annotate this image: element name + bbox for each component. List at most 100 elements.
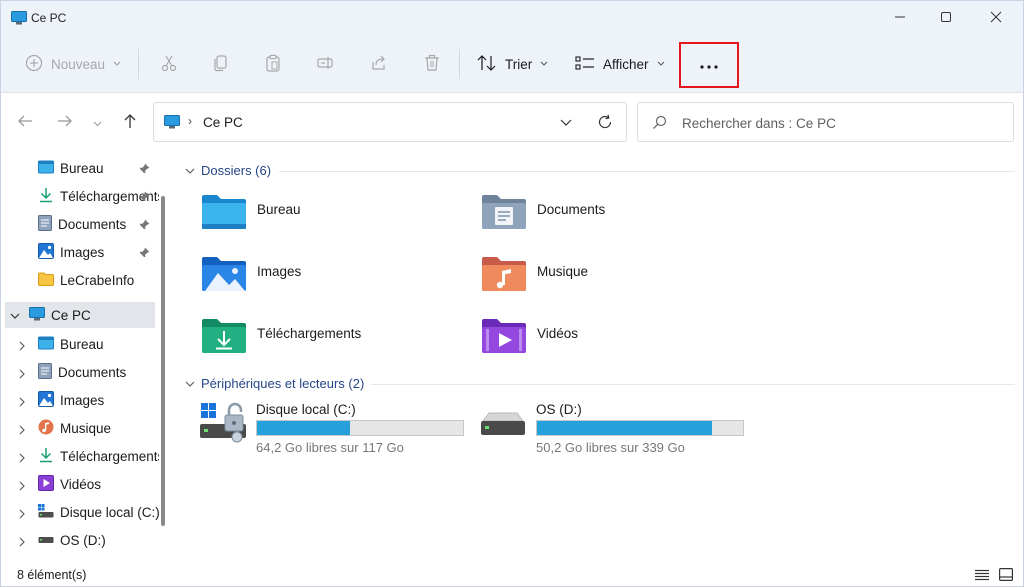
breadcrumb-separator[interactable]: › bbox=[188, 114, 192, 128]
sidebar-item-label: Vidéos bbox=[60, 476, 102, 492]
chevron-down-icon bbox=[93, 115, 102, 130]
drive-name: OS (D:) bbox=[536, 402, 582, 417]
sidebar-item-label: Ce PC bbox=[51, 307, 91, 323]
folder-documents[interactable]: Documents bbox=[481, 193, 605, 234]
address-history-chevron-icon[interactable] bbox=[560, 115, 572, 130]
sidebar-item-music[interactable]: Musique bbox=[1, 415, 159, 441]
expand-chevron-icon[interactable] bbox=[19, 451, 26, 466]
delete-button[interactable] bbox=[417, 46, 447, 82]
sidebar-item-label: Documents bbox=[58, 216, 127, 232]
sidebar-item-images[interactable]: Images bbox=[1, 387, 159, 413]
cut-button[interactable] bbox=[154, 46, 184, 82]
sidebar-scrollbar[interactable] bbox=[161, 196, 165, 526]
sidebar-item-documents[interactable]: Documents bbox=[1, 359, 159, 385]
up-button[interactable] bbox=[117, 109, 143, 135]
folder-name: Bureau bbox=[257, 202, 301, 217]
sidebar-item-downloads[interactable]: Téléchargements bbox=[1, 443, 159, 469]
expand-chevron-icon[interactable] bbox=[19, 507, 26, 522]
expand-chevron-icon[interactable] bbox=[19, 535, 26, 550]
drive-usage-fill bbox=[537, 421, 713, 435]
documents-folder-icon bbox=[38, 214, 52, 234]
sidebar-item-images-quick[interactable]: Images bbox=[1, 239, 159, 265]
music-folder-icon bbox=[481, 255, 527, 296]
sidebar-item-label: Musique bbox=[60, 420, 112, 436]
refresh-icon[interactable] bbox=[597, 114, 613, 133]
recent-locations-button[interactable] bbox=[87, 109, 107, 135]
sidebar-item-downloads-quick[interactable]: Téléchargements bbox=[1, 183, 159, 209]
drive-d[interactable]: OS (D:) 50,2 Go libres sur 339 Go bbox=[479, 401, 749, 455]
sidebar-item-os-d[interactable]: OS (D:) bbox=[1, 527, 159, 553]
tiles-view-button[interactable] bbox=[997, 567, 1015, 585]
status-bar: 8 élément(s) bbox=[1, 563, 1023, 586]
folder-bureau[interactable]: Bureau bbox=[201, 193, 301, 234]
search-placeholder: Rechercher dans : Ce PC bbox=[682, 116, 836, 131]
search-box[interactable]: Rechercher dans : Ce PC bbox=[637, 102, 1014, 142]
maximize-icon bbox=[940, 11, 952, 26]
folder-images[interactable]: Images bbox=[201, 255, 301, 296]
download-folder-icon bbox=[38, 447, 54, 466]
address-bar[interactable]: › Ce PC bbox=[153, 102, 627, 142]
chevron-down-icon bbox=[540, 59, 548, 69]
group-divider bbox=[371, 384, 1015, 385]
paste-button[interactable] bbox=[258, 46, 288, 82]
details-view-icon bbox=[975, 569, 989, 584]
collapse-chevron-icon[interactable] bbox=[10, 308, 20, 323]
drives-group-title: Périphériques et lecteurs (2) bbox=[201, 376, 365, 391]
copy-icon bbox=[212, 54, 230, 75]
sidebar-item-bureau-quick[interactable]: Bureau bbox=[1, 155, 159, 181]
download-folder-icon bbox=[38, 187, 54, 206]
share-icon bbox=[370, 54, 388, 75]
folder-downloads[interactable]: Téléchargements bbox=[201, 317, 361, 358]
rename-button[interactable] bbox=[310, 46, 340, 82]
sidebar-item-local-disk-c[interactable]: Disque local (C:) bbox=[1, 499, 159, 525]
drive-name: Disque local (C:) bbox=[256, 402, 356, 417]
drive-icon bbox=[479, 409, 527, 442]
sidebar-item-bureau[interactable]: Bureau bbox=[1, 331, 159, 357]
sort-label: Trier bbox=[505, 56, 533, 72]
minimize-button[interactable] bbox=[877, 1, 923, 35]
sidebar-item-label: Téléchargements bbox=[60, 448, 159, 464]
sidebar-item-documents-quick[interactable]: Documents bbox=[1, 211, 159, 237]
expand-chevron-icon[interactable] bbox=[19, 339, 26, 354]
folders-group-header[interactable]: Dossiers (6) bbox=[185, 163, 271, 178]
share-button[interactable] bbox=[364, 46, 394, 82]
close-button[interactable] bbox=[973, 1, 1019, 35]
new-button[interactable]: Nouveau bbox=[19, 46, 127, 82]
command-bar: Nouveau Trier Afficher bbox=[1, 35, 1023, 93]
maximize-button[interactable] bbox=[923, 1, 969, 35]
drives-group-header[interactable]: Périphériques et lecteurs (2) bbox=[185, 376, 364, 391]
expand-chevron-icon[interactable] bbox=[19, 423, 26, 438]
scissors-icon bbox=[160, 54, 178, 75]
back-button[interactable] bbox=[12, 109, 38, 135]
desktop-folder-icon bbox=[201, 193, 247, 234]
folder-name: Vidéos bbox=[537, 326, 579, 341]
expand-chevron-icon[interactable] bbox=[19, 367, 26, 382]
details-view-button[interactable] bbox=[973, 567, 991, 585]
sidebar-item-this-pc[interactable]: Ce PC bbox=[5, 302, 155, 328]
content-pane: Dossiers (6) Bureau Documents Images Mus… bbox=[175, 151, 1023, 563]
forward-button[interactable] bbox=[52, 109, 78, 135]
sidebar-item-videos[interactable]: Vidéos bbox=[1, 471, 159, 497]
file-explorer-window: Ce PC Nouveau Trier Afficher › Ce PC Rec… bbox=[0, 0, 1024, 587]
music-icon bbox=[38, 419, 54, 438]
breadcrumb-this-pc[interactable]: Ce PC bbox=[203, 115, 243, 130]
copy-button[interactable] bbox=[206, 46, 236, 82]
computer-icon bbox=[164, 115, 180, 132]
view-button[interactable]: Afficher bbox=[569, 46, 671, 82]
computer-icon bbox=[11, 11, 27, 28]
item-count: 8 élément(s) bbox=[17, 568, 87, 582]
folder-name: Images bbox=[257, 264, 302, 279]
sort-button[interactable]: Trier bbox=[471, 46, 554, 82]
trash-icon bbox=[423, 54, 441, 75]
more-options-button[interactable] bbox=[679, 42, 739, 88]
expand-chevron-icon[interactable] bbox=[19, 395, 26, 410]
title-bar[interactable]: Ce PC bbox=[1, 1, 1023, 35]
folder-music[interactable]: Musique bbox=[481, 255, 588, 296]
sidebar-item-lecrabeinfo[interactable]: LeCrabeInfo bbox=[1, 267, 159, 293]
computer-icon bbox=[29, 306, 45, 324]
drive-c[interactable]: Disque local (C:) 64,2 Go libres sur 117… bbox=[199, 401, 469, 455]
system-drive-icon bbox=[38, 503, 54, 521]
folder-videos[interactable]: Vidéos bbox=[481, 317, 578, 358]
expand-chevron-icon[interactable] bbox=[19, 479, 26, 494]
folder-name: Téléchargements bbox=[257, 326, 362, 341]
